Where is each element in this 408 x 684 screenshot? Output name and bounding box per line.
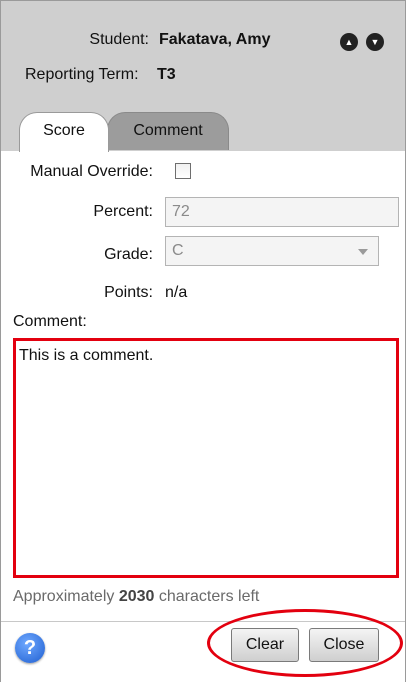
clear-button[interactable]: Clear	[231, 628, 299, 662]
manual-override-label: Manual Override:	[30, 163, 153, 180]
characters-left-prefix: Approximately	[13, 588, 115, 605]
tab-comment[interactable]: Comment	[107, 112, 229, 150]
grade-label: Grade:	[104, 246, 153, 263]
comment-text: This is a comment.	[19, 347, 154, 364]
previous-student-icon[interactable]: ▲	[340, 33, 358, 51]
points-label: Points:	[104, 284, 153, 301]
comment-label: Comment:	[13, 313, 87, 330]
help-icon[interactable]: ?	[15, 633, 45, 663]
close-button[interactable]: Close	[309, 628, 379, 662]
characters-left: Approximately 2030 characters left	[13, 588, 259, 606]
characters-left-count: 2030	[118, 588, 155, 605]
grade-select[interactable]: C	[165, 236, 379, 266]
reporting-term-label: Reporting Term:	[25, 66, 139, 83]
student-row: Student: Fakatava, Amy ▲ ▼	[1, 31, 405, 53]
percent-label: Percent:	[93, 203, 153, 220]
manual-override-checkbox[interactable]	[175, 163, 191, 179]
chevron-down-icon	[358, 249, 368, 255]
grade-select-value: C	[172, 242, 184, 259]
student-label: Student:	[89, 31, 149, 48]
student-name: Fakatava, Amy	[159, 31, 271, 48]
score-dialog: Student: Fakatava, Amy ▲ ▼ Reporting Ter…	[0, 0, 406, 682]
reporting-term-value: T3	[157, 66, 176, 83]
comment-textarea[interactable]: This is a comment.	[13, 338, 399, 578]
percent-input[interactable]: 72	[165, 197, 399, 227]
next-student-icon[interactable]: ▼	[366, 33, 384, 51]
reporting-term-row: Reporting Term: T3	[1, 66, 405, 88]
tab-score[interactable]: Score	[19, 112, 109, 152]
characters-left-suffix: characters left	[158, 588, 260, 605]
points-value: n/a	[165, 284, 188, 301]
